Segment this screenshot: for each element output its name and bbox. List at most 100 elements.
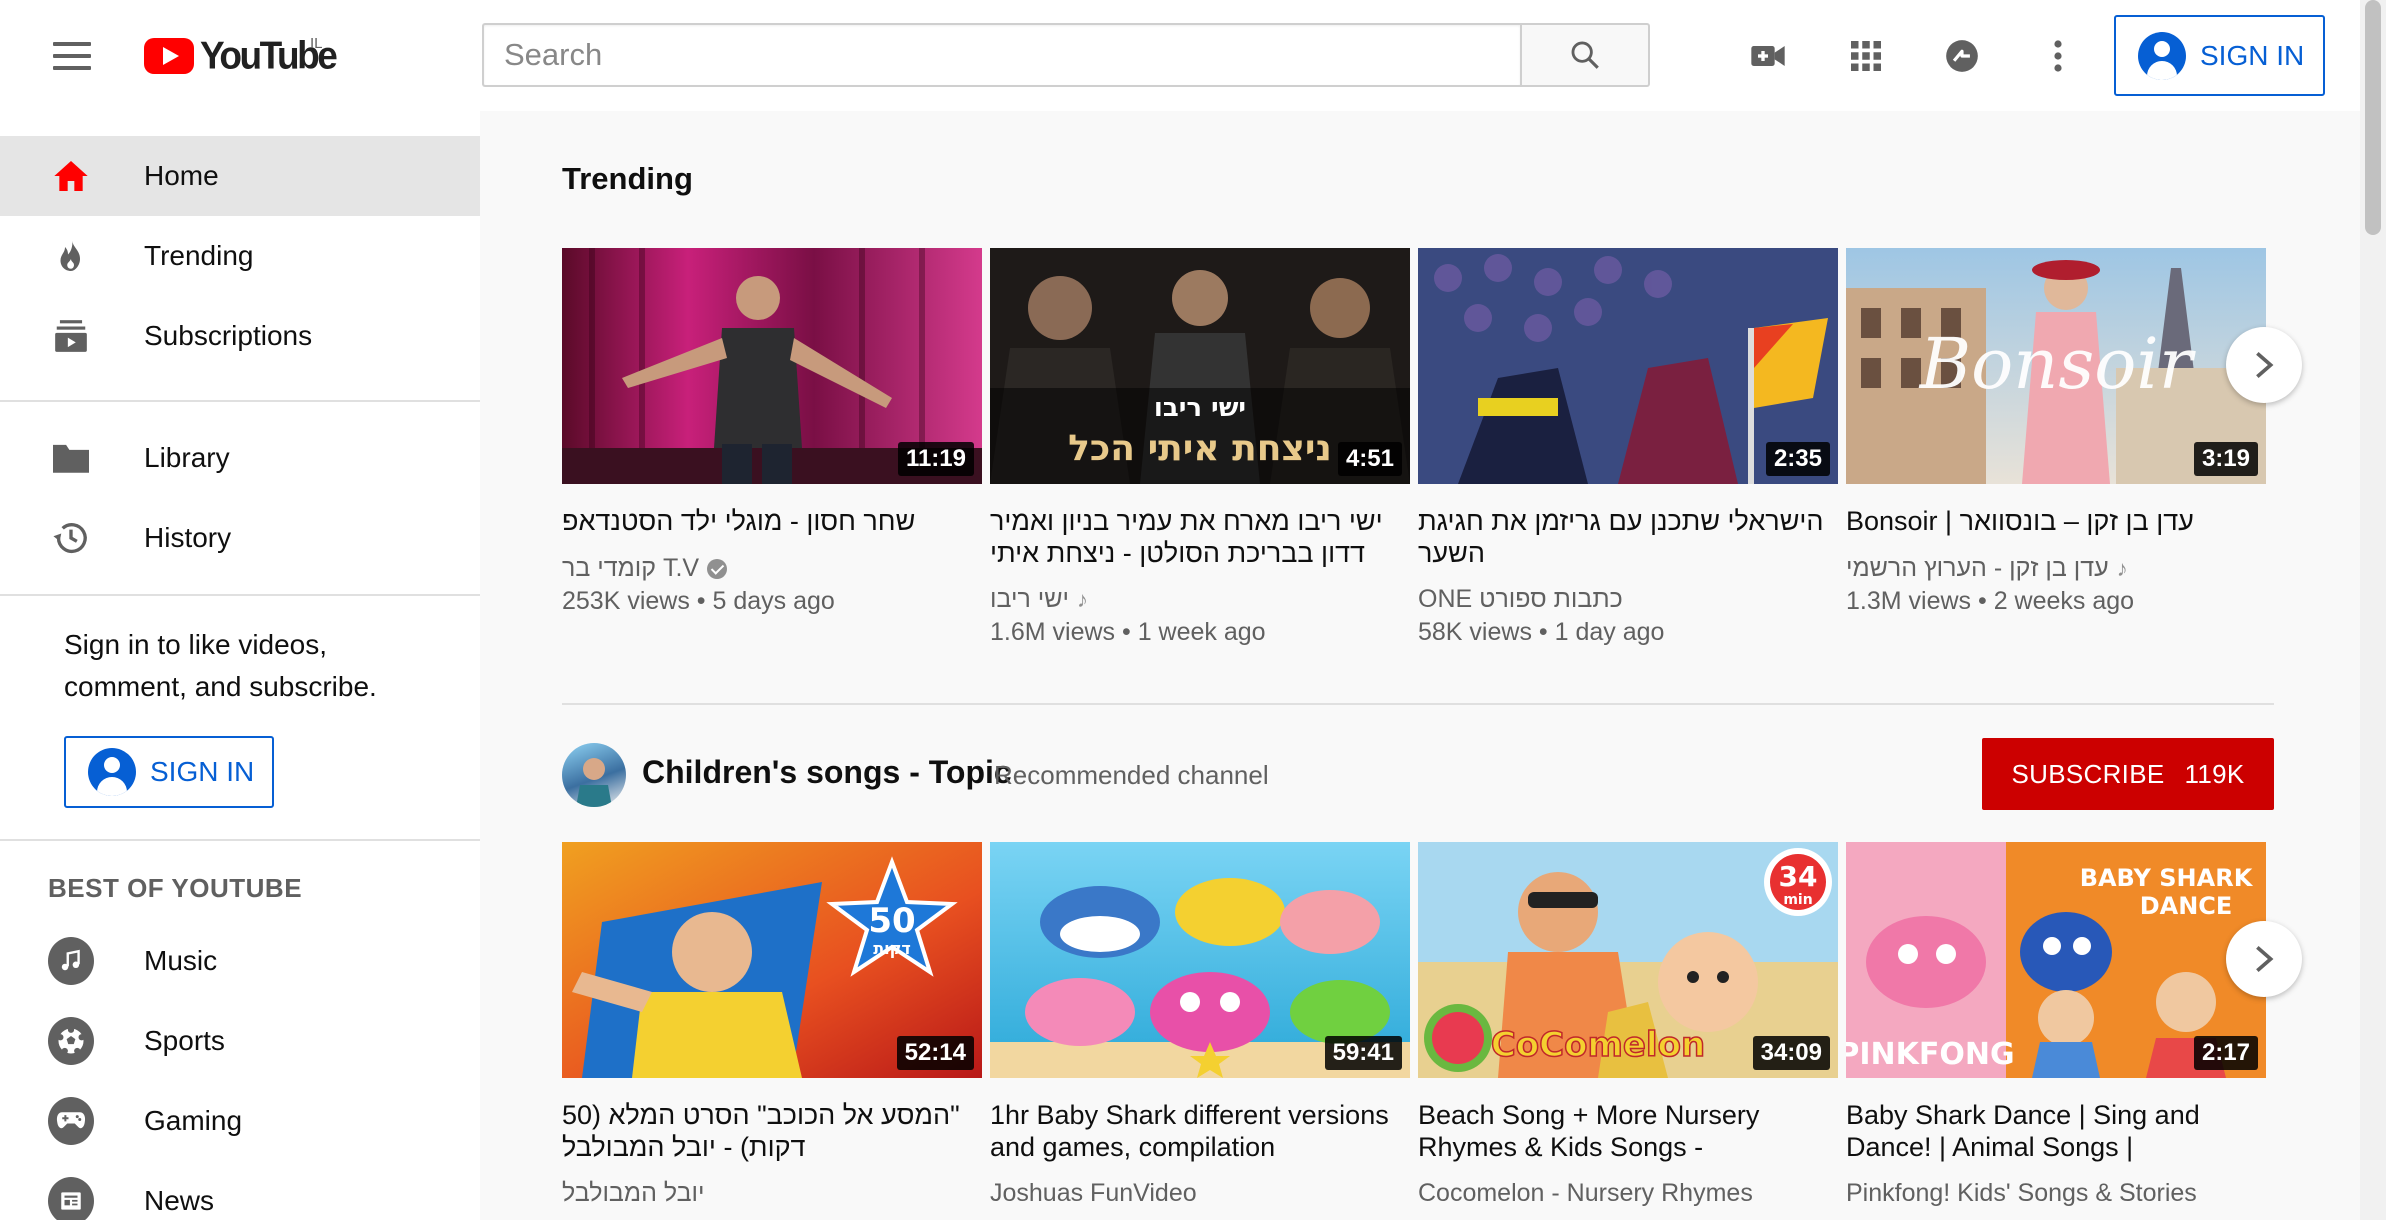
channel-name[interactable]: ONE כתבות ספורט (1418, 583, 1623, 616)
sidebar-sign-in-button[interactable]: SIGN IN (64, 736, 274, 808)
library-icon (48, 435, 94, 481)
youtube-play-icon (144, 38, 194, 74)
youtube-logo[interactable]: YouTube (144, 34, 338, 78)
sidebar-divider (0, 594, 480, 596)
create-video-icon[interactable] (1738, 26, 1798, 86)
youtube-page: YouTube IL SIGN IN (0, 0, 2386, 1220)
main-content: Trending 11:19 ישי ריבו ניצחת איתי הכל 4… (480, 111, 2360, 1220)
channel-name[interactable]: עדן בן זקן - הערוץ הרשמי (1846, 552, 2109, 585)
video-duration: 11:19 (897, 442, 974, 476)
video-duration: 3:19 (2193, 442, 2258, 476)
scrollbar-thumb[interactable] (2365, 0, 2381, 235)
sidebar-divider (0, 400, 480, 402)
trending-section-title[interactable]: Trending (562, 161, 693, 197)
video-title[interactable]: Baby Shark Dance | Sing and Dance! | Ani… (1846, 1099, 2256, 1163)
video-thumbnail[interactable]: 59:41 (990, 842, 1410, 1078)
sidebar-label: History (144, 522, 232, 553)
video-title[interactable]: 1hr Baby Shark different versions and ga… (990, 1099, 1400, 1163)
sidebar-label: Home (144, 160, 219, 191)
channel-name[interactable]: Joshuas FunVideo (990, 1177, 1197, 1210)
thumbnail-caption: ישי ריבו (1154, 393, 1246, 423)
messages-icon[interactable] (1932, 26, 1992, 86)
video-duration: 34:09 (1752, 1036, 1830, 1070)
video-duration: 2:17 (2193, 1036, 2258, 1070)
sign-in-button[interactable]: SIGN IN (2114, 15, 2325, 96)
sidebar-item-music[interactable]: Music (0, 921, 480, 1001)
video-thumbnail[interactable]: 2:35 (1418, 248, 1838, 484)
top-header: YouTube IL SIGN IN (0, 0, 2360, 111)
subscriptions-icon (48, 313, 94, 359)
channel-name[interactable]: יובל המבולבל (562, 1177, 705, 1210)
gaming-icon (48, 1097, 94, 1145)
search-icon (1571, 41, 1599, 69)
thumbnail-caption: 34 (1779, 860, 1818, 893)
thumbnail-caption: min (1783, 892, 1812, 908)
recommended-channel-name[interactable]: Children's songs - Topic (642, 754, 1012, 791)
trending-icon (48, 233, 94, 279)
video-title[interactable]: ישי ריבו מארח את עמיר בניון ואמיר דדון ב… (990, 505, 1400, 569)
video-thumbnail[interactable]: BABY SHARK DANCE PINKFONG 2:17 (1846, 842, 2266, 1078)
sidebar-label: Music (144, 945, 218, 976)
search-input[interactable] (482, 23, 1520, 87)
verified-icon (707, 558, 728, 579)
channel-avatar[interactable] (562, 743, 626, 807)
video-title[interactable]: Beach Song + More Nursery Rhymes & Kids … (1418, 1099, 1828, 1163)
video-thumbnail[interactable]: 50 דקות 52:14 (562, 842, 982, 1078)
video-meta: ישי ריבו ♪ 1.6M views • 1 week ago (990, 583, 1266, 646)
channel-name[interactable]: ישי ריבו (990, 583, 1069, 616)
video-thumbnail[interactable]: 34 min CoComelon 34:09 (1418, 842, 1838, 1078)
sidebar-item-history[interactable]: History (0, 498, 480, 578)
video-meta: Joshuas FunVideo (990, 1177, 1400, 1210)
chevron-right-icon (2256, 945, 2274, 973)
account-icon (88, 748, 136, 796)
video-title[interactable]: שחר חסון - מוגלי ילד הסטנדאפ (562, 505, 972, 537)
carousel-next-button[interactable] (2226, 327, 2302, 403)
sidebar-item-library[interactable]: Library (0, 418, 480, 498)
video-meta: עדן בן זקן - הערוץ הרשמי ♪ 1.3M views • 2… (1846, 552, 2135, 615)
apps-grid-icon[interactable] (1836, 26, 1896, 86)
video-meta: Pinkfong! Kids' Songs & Stories (1846, 1177, 2256, 1210)
video-thumbnail[interactable]: Bonsoir 3:19 (1846, 248, 2266, 484)
upload-age: 2 weeks ago (1993, 587, 2135, 615)
video-duration: 2:35 (1765, 442, 1830, 476)
subscribe-button[interactable]: SUBSCRIBE 119K (1982, 738, 2274, 810)
sidebar-label: Library (144, 442, 230, 473)
sign-in-label: SIGN IN (150, 756, 255, 787)
sign-in-label: SIGN IN (2200, 39, 2305, 71)
video-duration: 52:14 (896, 1036, 974, 1070)
best-of-youtube-heading: BEST OF YOUTUBE (48, 873, 303, 903)
page-scrollbar[interactable] (2360, 0, 2386, 1220)
sidebar-item-home[interactable]: Home (0, 136, 480, 216)
sidebar-item-trending[interactable]: Trending (0, 216, 480, 296)
carousel-next-button[interactable] (2226, 921, 2302, 997)
music-note-icon: ♪ (2116, 556, 2128, 581)
thumbnail-caption: Bonsoir (1918, 323, 2196, 405)
thumbnail-caption: PINKFONG (1846, 1037, 2015, 1072)
country-code: IL (310, 35, 323, 52)
view-count: 253K views (562, 587, 690, 615)
video-thumbnail[interactable]: 11:19 (562, 248, 982, 484)
video-meta: Cocomelon - Nursery Rhymes (1418, 1177, 1828, 1210)
recommended-channel-tag: Recommended channel (994, 760, 1269, 790)
thumbnail-caption: CoComelon (1491, 1025, 1705, 1065)
upload-age: 5 days ago (712, 587, 835, 615)
sidebar-item-gaming[interactable]: Gaming (0, 1081, 480, 1161)
sidebar-item-sports[interactable]: Sports (0, 1001, 480, 1081)
view-count: 1.6M views (990, 618, 1116, 646)
channel-name[interactable]: Cocomelon - Nursery Rhymes (1418, 1177, 1753, 1210)
settings-more-icon[interactable] (2028, 26, 2088, 86)
view-count: 58K views (1418, 618, 1532, 646)
search-button[interactable] (1520, 23, 1650, 87)
sidebar-item-subscriptions[interactable]: Subscriptions (0, 296, 480, 376)
video-meta: יובל המבולבל (562, 1177, 972, 1210)
sidebar-label: News (144, 1185, 215, 1216)
video-thumbnail[interactable]: ישי ריבו ניצחת איתי הכל 4:51 (990, 248, 1410, 484)
sidebar-item-news[interactable]: News (0, 1161, 480, 1220)
video-title[interactable]: "המסע אל הכוכב" הסרט המלא (50 דקות) - יו… (562, 1099, 972, 1163)
channel-name[interactable]: קומדי בר T.V (562, 552, 699, 585)
channel-name[interactable]: Pinkfong! Kids' Songs & Stories (1846, 1177, 2197, 1210)
video-title[interactable]: הישראלי שתכנן עם גריזמן את חגיגת השער (1418, 505, 1828, 569)
menu-icon[interactable] (40, 30, 104, 82)
video-meta: קומדי בר T.V 253K views • 5 days ago (562, 552, 835, 615)
video-title[interactable]: עדן בן זקן – בונסוואר | Bonsoir (1846, 505, 2256, 537)
